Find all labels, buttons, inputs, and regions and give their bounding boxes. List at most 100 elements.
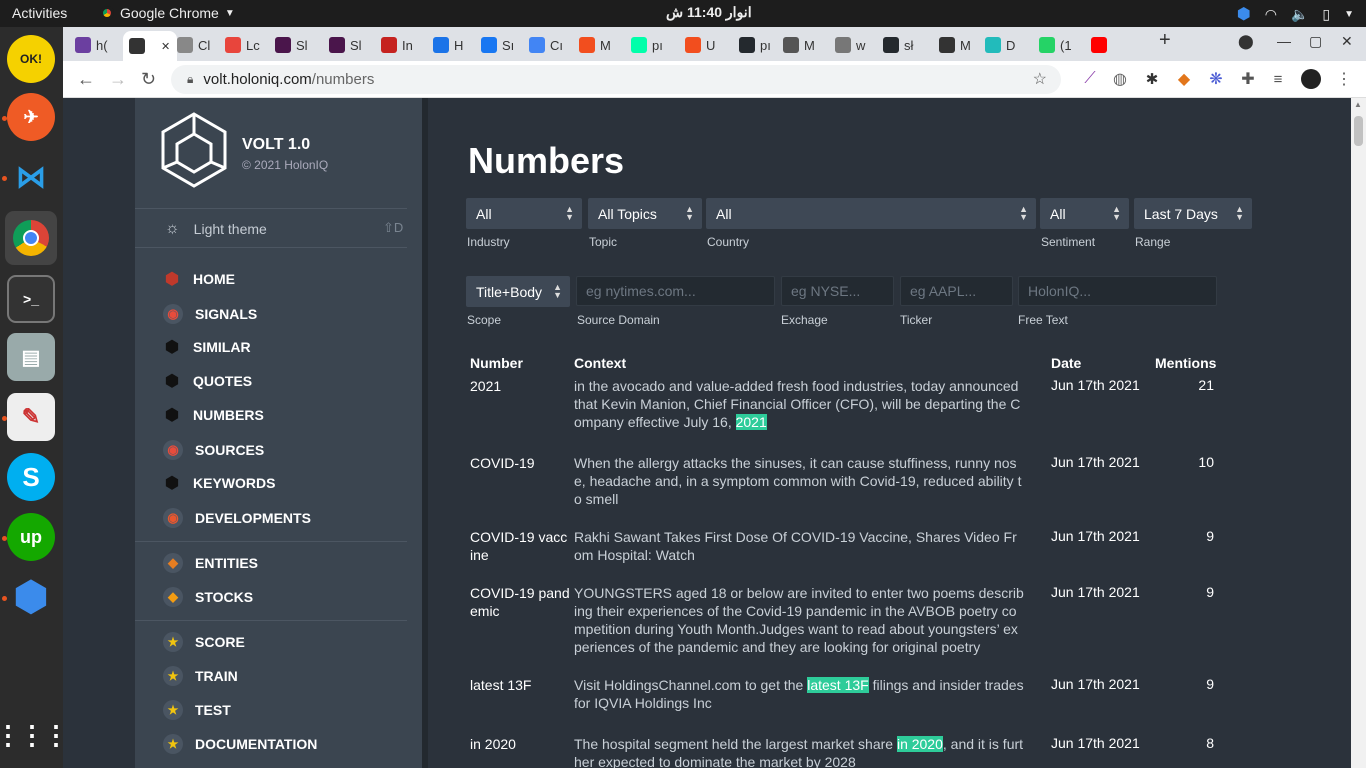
nav-item-similar[interactable]: ⬢ SIMILAR bbox=[163, 338, 251, 356]
browser-tab[interactable]: Lc bbox=[225, 31, 269, 59]
industry-select[interactable]: All ▲ ▼ bbox=[466, 198, 582, 229]
browser-tab[interactable]: w bbox=[835, 31, 879, 59]
nav-label: SIMILAR bbox=[193, 339, 251, 355]
ticker-input[interactable]: eg AAPL... bbox=[900, 276, 1013, 306]
browser-tab[interactable]: In bbox=[381, 31, 425, 59]
minimize-button[interactable]: — bbox=[1277, 33, 1291, 49]
media-queue-icon[interactable]: ≡ bbox=[1269, 70, 1287, 88]
nav-item-numbers[interactable]: ⬢ NUMBERS bbox=[163, 406, 264, 424]
metamask-extension-icon[interactable]: ◆ bbox=[1175, 70, 1193, 88]
nav-item-test[interactable]: ★ TEST bbox=[163, 700, 231, 720]
browser-tab[interactable]: h( bbox=[75, 31, 119, 59]
text-editor-icon[interactable]: ✎ bbox=[7, 393, 55, 441]
ok-app-icon[interactable]: OK! bbox=[7, 35, 55, 83]
browser-tab[interactable]: (1 bbox=[1039, 31, 1083, 59]
reload-icon[interactable]: ↻ bbox=[141, 69, 156, 90]
page-scrollbar[interactable]: ▲ bbox=[1351, 98, 1366, 768]
new-tab-button[interactable]: + bbox=[1159, 29, 1171, 52]
terminal-icon[interactable]: >_ bbox=[7, 275, 55, 323]
nav-item-developments[interactable]: ◉ DEVELOPMENTS bbox=[163, 508, 311, 528]
close-tab-icon[interactable]: ✕ bbox=[161, 40, 170, 53]
context-cell: in the avocado and value-added fresh foo… bbox=[574, 377, 1024, 431]
nav-item-train[interactable]: ★ TRAIN bbox=[163, 666, 238, 686]
browser-tab[interactable]: M bbox=[579, 31, 623, 59]
nav-item-entities[interactable]: ◆ ENTITIES bbox=[163, 553, 258, 573]
feather-extension-icon[interactable]: ⟋ bbox=[1081, 70, 1099, 88]
profile-avatar[interactable] bbox=[1301, 69, 1321, 89]
sentiment-select[interactable]: All ▲ ▼ bbox=[1040, 198, 1129, 229]
browser-tab[interactable]: M bbox=[939, 31, 983, 59]
maximize-button[interactable]: ▢ bbox=[1309, 33, 1322, 50]
address-bar[interactable]: 🔒︎ volt.holoniq.com/numbers ☆ bbox=[171, 65, 1061, 94]
tab-active[interactable]: ✕ bbox=[123, 31, 177, 61]
system-tray[interactable]: ⬢ ◠ 🔈 ▯ ▼ bbox=[1237, 4, 1354, 24]
vscode-icon[interactable]: ⋈ bbox=[7, 153, 55, 201]
nav-item-keywords[interactable]: ⬢ KEYWORDS bbox=[163, 474, 275, 492]
tab-label: Lc bbox=[246, 37, 260, 53]
nav-item-home[interactable]: ⬢ HOME bbox=[163, 270, 235, 288]
tab-search-icon[interactable]: ⬤ bbox=[1238, 33, 1254, 50]
scrollbar-thumb[interactable] bbox=[1354, 116, 1363, 146]
free-text-placeholder: HolonIQ... bbox=[1028, 283, 1092, 299]
bookmark-star-icon[interactable]: ☆ bbox=[1033, 69, 1047, 89]
nav-label: TEST bbox=[195, 702, 231, 718]
nav-item-score[interactable]: ★ SCORE bbox=[163, 632, 245, 652]
nav-item-quotes[interactable]: ⬢ QUOTES bbox=[163, 372, 252, 390]
browser-tab[interactable] bbox=[1091, 31, 1135, 59]
back-arrow-icon[interactable]: ← bbox=[77, 69, 95, 90]
browser-tab[interactable]: pı bbox=[631, 31, 675, 59]
app-indicator-icon[interactable]: ⬢ bbox=[1237, 4, 1251, 24]
clock[interactable]: انوار 11:40 ش bbox=[666, 4, 752, 21]
column-header-number[interactable]: Number bbox=[470, 355, 523, 371]
browser-tab[interactable]: sł bbox=[883, 31, 927, 59]
postman-icon[interactable]: ✈ bbox=[7, 93, 55, 141]
url-host: volt.holoniq.com bbox=[203, 71, 312, 88]
nav-item-sources[interactable]: ◉ SOURCES bbox=[163, 440, 264, 460]
range-select[interactable]: Last 7 Days ▲ ▼ bbox=[1134, 198, 1252, 229]
browser-tab[interactable]: Sı bbox=[481, 31, 525, 59]
source-domain-input[interactable]: eg nytimes.com... bbox=[576, 276, 775, 306]
country-select[interactable]: All ▲ ▼ bbox=[706, 198, 1036, 229]
upwork-icon[interactable]: up bbox=[7, 513, 55, 561]
mentions-cell: 9 bbox=[1206, 528, 1214, 544]
volume-icon: 🔈 bbox=[1290, 5, 1309, 22]
nav-item-signals[interactable]: ◉ SIGNALS bbox=[163, 304, 257, 324]
lock-icon[interactable]: 🔒︎ bbox=[187, 72, 193, 87]
free-text-input[interactable]: HolonIQ... bbox=[1018, 276, 1217, 306]
scroll-up-icon[interactable]: ▲ bbox=[1354, 100, 1362, 109]
kebab-menu-icon[interactable]: ⋮ bbox=[1335, 70, 1353, 88]
topic-select[interactable]: All Topics ▲ ▼ bbox=[588, 198, 702, 229]
browser-tab[interactable]: D bbox=[985, 31, 1029, 59]
browser-tab[interactable]: H bbox=[433, 31, 477, 59]
bug-extension-icon[interactable]: ✱ bbox=[1143, 70, 1161, 88]
browser-tab[interactable]: U bbox=[685, 31, 729, 59]
column-header-date[interactable]: Date bbox=[1051, 355, 1081, 371]
chevron-down-icon: ▼ bbox=[224, 7, 235, 19]
nav-item-stocks[interactable]: ◆ STOCKS bbox=[163, 587, 253, 607]
exchange-input[interactable]: eg NYSE... bbox=[781, 276, 894, 306]
scope-select[interactable]: Title+Body ▲ ▼ bbox=[466, 276, 570, 307]
column-header-mentions[interactable]: Mentions bbox=[1155, 355, 1216, 371]
browser-tab[interactable]: Sl bbox=[329, 31, 373, 59]
app-menu[interactable]: Google Chrome ▼ bbox=[100, 5, 235, 21]
activities-button[interactable]: Activities bbox=[12, 5, 67, 21]
light-theme-toggle[interactable]: ☼ Light theme bbox=[165, 220, 267, 238]
browser-tab[interactable]: Cı bbox=[529, 31, 573, 59]
snowflake-extension-icon[interactable]: ❋ bbox=[1207, 70, 1225, 88]
country-value: All bbox=[716, 205, 732, 222]
browser-tab[interactable]: Sl bbox=[275, 31, 319, 59]
app-indicator-dock-icon[interactable]: ⬢ bbox=[7, 573, 55, 621]
show-apps-icon[interactable]: ⋮⋮⋮ bbox=[0, 711, 69, 759]
file-cabinet-icon[interactable]: ▤ bbox=[7, 333, 55, 381]
browser-tab[interactable]: Cl bbox=[177, 31, 221, 59]
browser-tab[interactable]: pı bbox=[739, 31, 783, 59]
puzzle-extensions-icon[interactable]: ✚ bbox=[1239, 70, 1257, 88]
globe-extension-icon[interactable]: ◍ bbox=[1111, 70, 1129, 88]
browser-tab[interactable]: M bbox=[783, 31, 827, 59]
skype-icon[interactable]: S bbox=[7, 453, 55, 501]
chrome-dock-icon[interactable] bbox=[5, 211, 57, 265]
nav-item-documentation[interactable]: ★ DOCUMENTATION bbox=[163, 734, 317, 754]
close-window-button[interactable]: ✕ bbox=[1341, 33, 1353, 50]
forward-arrow-icon[interactable]: → bbox=[109, 69, 127, 90]
column-header-context[interactable]: Context bbox=[574, 355, 626, 371]
